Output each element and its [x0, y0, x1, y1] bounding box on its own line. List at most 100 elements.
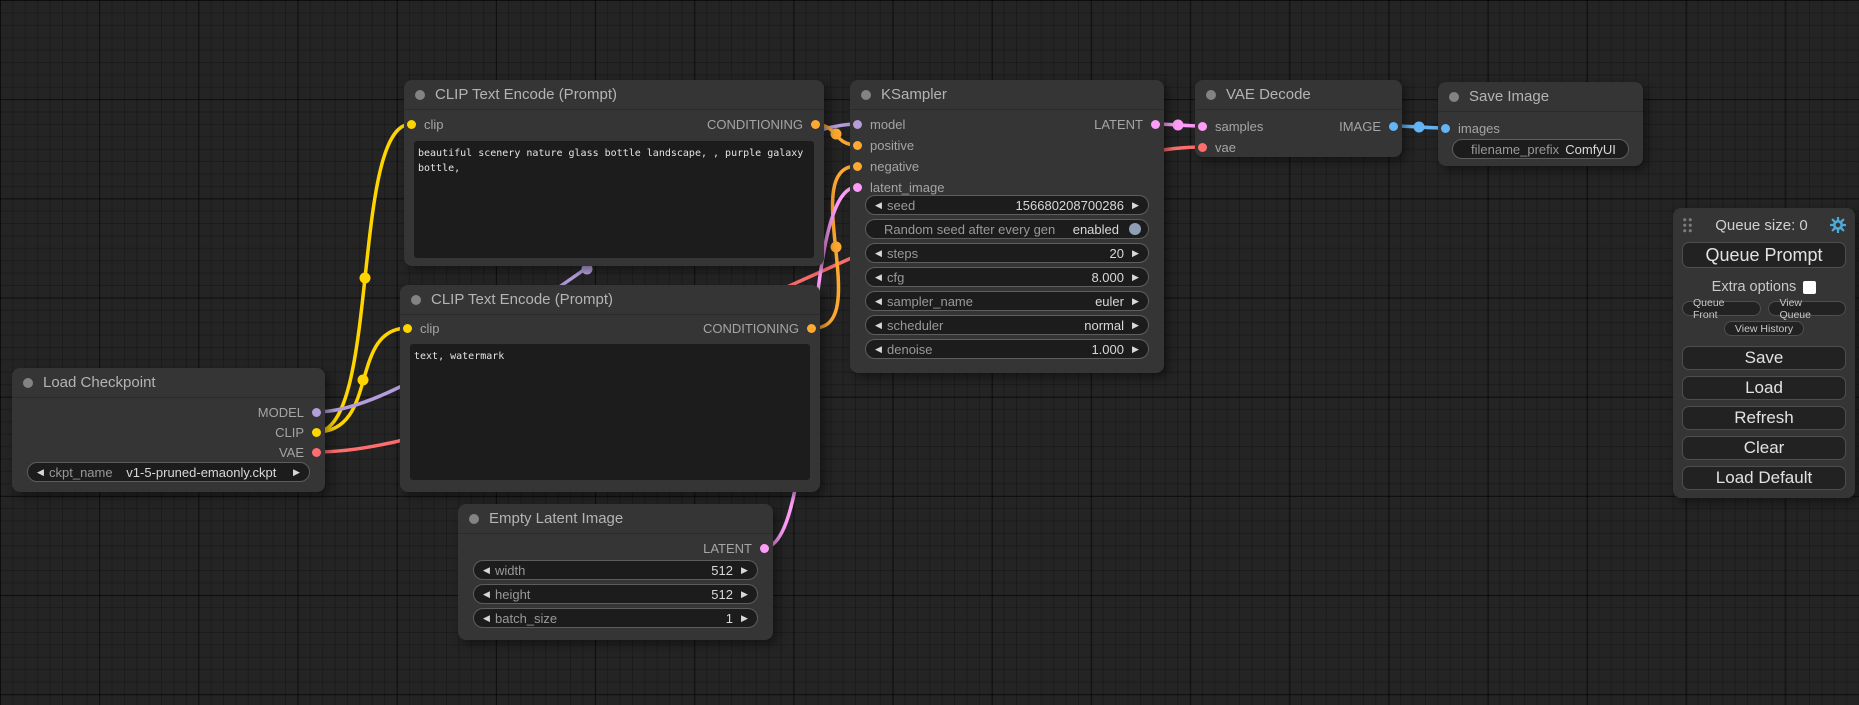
extra-options-checkbox[interactable] — [1803, 281, 1816, 294]
increment-arrow-icon[interactable]: ▶ — [1129, 320, 1142, 331]
latent-input-port[interactable] — [1198, 122, 1207, 131]
widget-cfg[interactable]: ◀ cfg 8.000 ▶ — [865, 267, 1149, 287]
increment-arrow-icon[interactable]: ▶ — [1129, 272, 1142, 283]
increment-arrow-icon[interactable]: ▶ — [738, 565, 751, 576]
node-status-dot — [1449, 92, 1459, 102]
widget-label: steps — [887, 246, 918, 261]
node-status-dot — [861, 90, 871, 100]
widget-steps[interactable]: ◀ steps 20 ▶ — [865, 243, 1149, 263]
toggle-on-icon[interactable] — [1129, 223, 1141, 235]
node-load-checkpoint[interactable]: Load Checkpoint MODEL CLIP VAE ◀ ckpt_na… — [12, 368, 325, 492]
queue-prompt-button[interactable]: Queue Prompt — [1682, 242, 1846, 268]
node-status-dot — [23, 378, 33, 388]
decrement-arrow-icon[interactable]: ◀ — [480, 589, 493, 600]
vae-output-port[interactable] — [312, 448, 321, 457]
extra-options-row: Extra options — [1682, 279, 1846, 295]
conditioning-output-port[interactable] — [807, 324, 816, 333]
widget-sampler-name[interactable]: ◀ sampler_name euler ▶ — [865, 291, 1149, 311]
settings-gear-icon[interactable] — [1830, 217, 1846, 233]
decrement-arrow-icon[interactable]: ◀ — [872, 296, 885, 307]
save-button[interactable]: Save — [1682, 346, 1846, 370]
node-vae-decode[interactable]: VAE Decode samples vae IMAGE — [1195, 80, 1402, 157]
widget-batch-size[interactable]: ◀ batch_size 1 ▶ — [473, 608, 758, 628]
input-slot-vae: vae — [1198, 137, 1236, 157]
view-queue-button[interactable]: View Queue — [1768, 301, 1846, 316]
model-output-port[interactable] — [312, 408, 321, 417]
decrement-arrow-icon[interactable]: ◀ — [34, 467, 47, 478]
load-button[interactable]: Load — [1682, 376, 1846, 400]
increment-arrow-icon[interactable]: ▶ — [738, 589, 751, 600]
prompt-textarea[interactable]: text, watermark — [410, 344, 810, 480]
widget-seed[interactable]: ◀ seed 156680208700286 ▶ — [865, 195, 1149, 215]
link-midpoint-dot — [831, 129, 842, 140]
widget-label: width — [495, 563, 525, 578]
node-clip-text-encode-positive[interactable]: CLIP Text Encode (Prompt) clip CONDITION… — [404, 80, 824, 266]
node-ksampler[interactable]: KSampler model positive negative latent_… — [850, 80, 1164, 373]
load-default-button[interactable]: Load Default — [1682, 466, 1846, 490]
decrement-arrow-icon[interactable]: ◀ — [872, 248, 885, 259]
image-output-port[interactable] — [1389, 122, 1398, 131]
input-label: positive — [870, 138, 914, 153]
clip-output-port[interactable] — [312, 428, 321, 437]
widget-random-seed-toggle[interactable]: Random seed after every gen enabled — [865, 219, 1149, 239]
input-label: latent_image — [870, 180, 944, 195]
widget-denoise[interactable]: ◀ denoise 1.000 ▶ — [865, 339, 1149, 359]
vae-input-port[interactable] — [1198, 143, 1207, 152]
increment-arrow-icon[interactable]: ▶ — [1129, 248, 1142, 259]
conditioning-output-port[interactable] — [811, 120, 820, 129]
clear-button[interactable]: Clear — [1682, 436, 1846, 460]
widget-width[interactable]: ◀ width 512 ▶ — [473, 560, 758, 580]
decrement-arrow-icon[interactable]: ◀ — [872, 200, 885, 211]
increment-arrow-icon[interactable]: ▶ — [1129, 200, 1142, 211]
input-label: vae — [1215, 140, 1236, 155]
increment-arrow-icon[interactable]: ▶ — [1129, 344, 1142, 355]
prompt-textarea[interactable]: beautiful scenery nature glass bottle la… — [414, 141, 814, 258]
widget-value: 512 — [711, 563, 733, 578]
increment-arrow-icon[interactable]: ▶ — [1129, 296, 1142, 307]
conditioning-input-port[interactable] — [853, 162, 862, 171]
drag-handle-icon[interactable] — [1682, 217, 1693, 233]
decrement-arrow-icon[interactable]: ◀ — [480, 565, 493, 576]
output-slot-model: MODEL — [258, 402, 321, 422]
input-label: clip — [424, 117, 444, 132]
conditioning-input-port[interactable] — [853, 141, 862, 150]
latent-output-port[interactable] — [760, 544, 769, 553]
queue-front-button[interactable]: Queue Front — [1682, 301, 1761, 316]
link-midpoint-dot — [831, 242, 842, 253]
latent-input-port[interactable] — [853, 183, 862, 192]
input-slot-negative: negative — [853, 156, 919, 176]
decrement-arrow-icon[interactable]: ◀ — [480, 613, 493, 624]
node-title-bar: Empty Latent Image — [458, 504, 773, 534]
node-graph-canvas[interactable]: Load Checkpoint MODEL CLIP VAE ◀ ckpt_na… — [0, 0, 1859, 705]
increment-arrow-icon[interactable]: ▶ — [738, 613, 751, 624]
input-label: images — [1458, 121, 1500, 136]
model-input-port[interactable] — [853, 120, 862, 129]
increment-arrow-icon[interactable]: ▶ — [290, 467, 303, 478]
input-slot-images: images — [1441, 118, 1500, 138]
view-history-button[interactable]: View History — [1724, 321, 1804, 336]
widget-height[interactable]: ◀ height 512 ▶ — [473, 584, 758, 604]
output-slot-clip: CLIP — [275, 422, 321, 442]
link-midpoint-dot — [360, 273, 371, 284]
node-save-image[interactable]: Save Image images filename_prefix ComfyU… — [1438, 82, 1643, 166]
widget-filename-prefix[interactable]: filename_prefix ComfyUI — [1452, 139, 1629, 159]
node-clip-text-encode-negative[interactable]: CLIP Text Encode (Prompt) clip CONDITION… — [400, 285, 820, 492]
widget-scheduler[interactable]: ◀ scheduler normal ▶ — [865, 315, 1149, 335]
widget-ckpt-name[interactable]: ◀ ckpt_name v1-5-pruned-emaonly.ckpt ▶ — [27, 462, 310, 482]
decrement-arrow-icon[interactable]: ◀ — [872, 320, 885, 331]
widget-label: sampler_name — [887, 294, 973, 309]
decrement-arrow-icon[interactable]: ◀ — [872, 272, 885, 283]
clip-input-port[interactable] — [403, 324, 412, 333]
refresh-button[interactable]: Refresh — [1682, 406, 1846, 430]
image-input-port[interactable] — [1441, 124, 1450, 133]
node-empty-latent-image[interactable]: Empty Latent Image LATENT ◀ width 512 ▶ … — [458, 504, 773, 640]
node-status-dot — [469, 514, 479, 524]
link-midpoint-dot — [1173, 120, 1184, 131]
input-slot-positive: positive — [853, 135, 914, 155]
widget-label: scheduler — [887, 318, 943, 333]
latent-output-port[interactable] — [1151, 120, 1160, 129]
clip-input-port[interactable] — [407, 120, 416, 129]
node-title: CLIP Text Encode (Prompt) — [435, 86, 617, 103]
decrement-arrow-icon[interactable]: ◀ — [872, 344, 885, 355]
output-slot-vae: VAE — [279, 442, 321, 462]
